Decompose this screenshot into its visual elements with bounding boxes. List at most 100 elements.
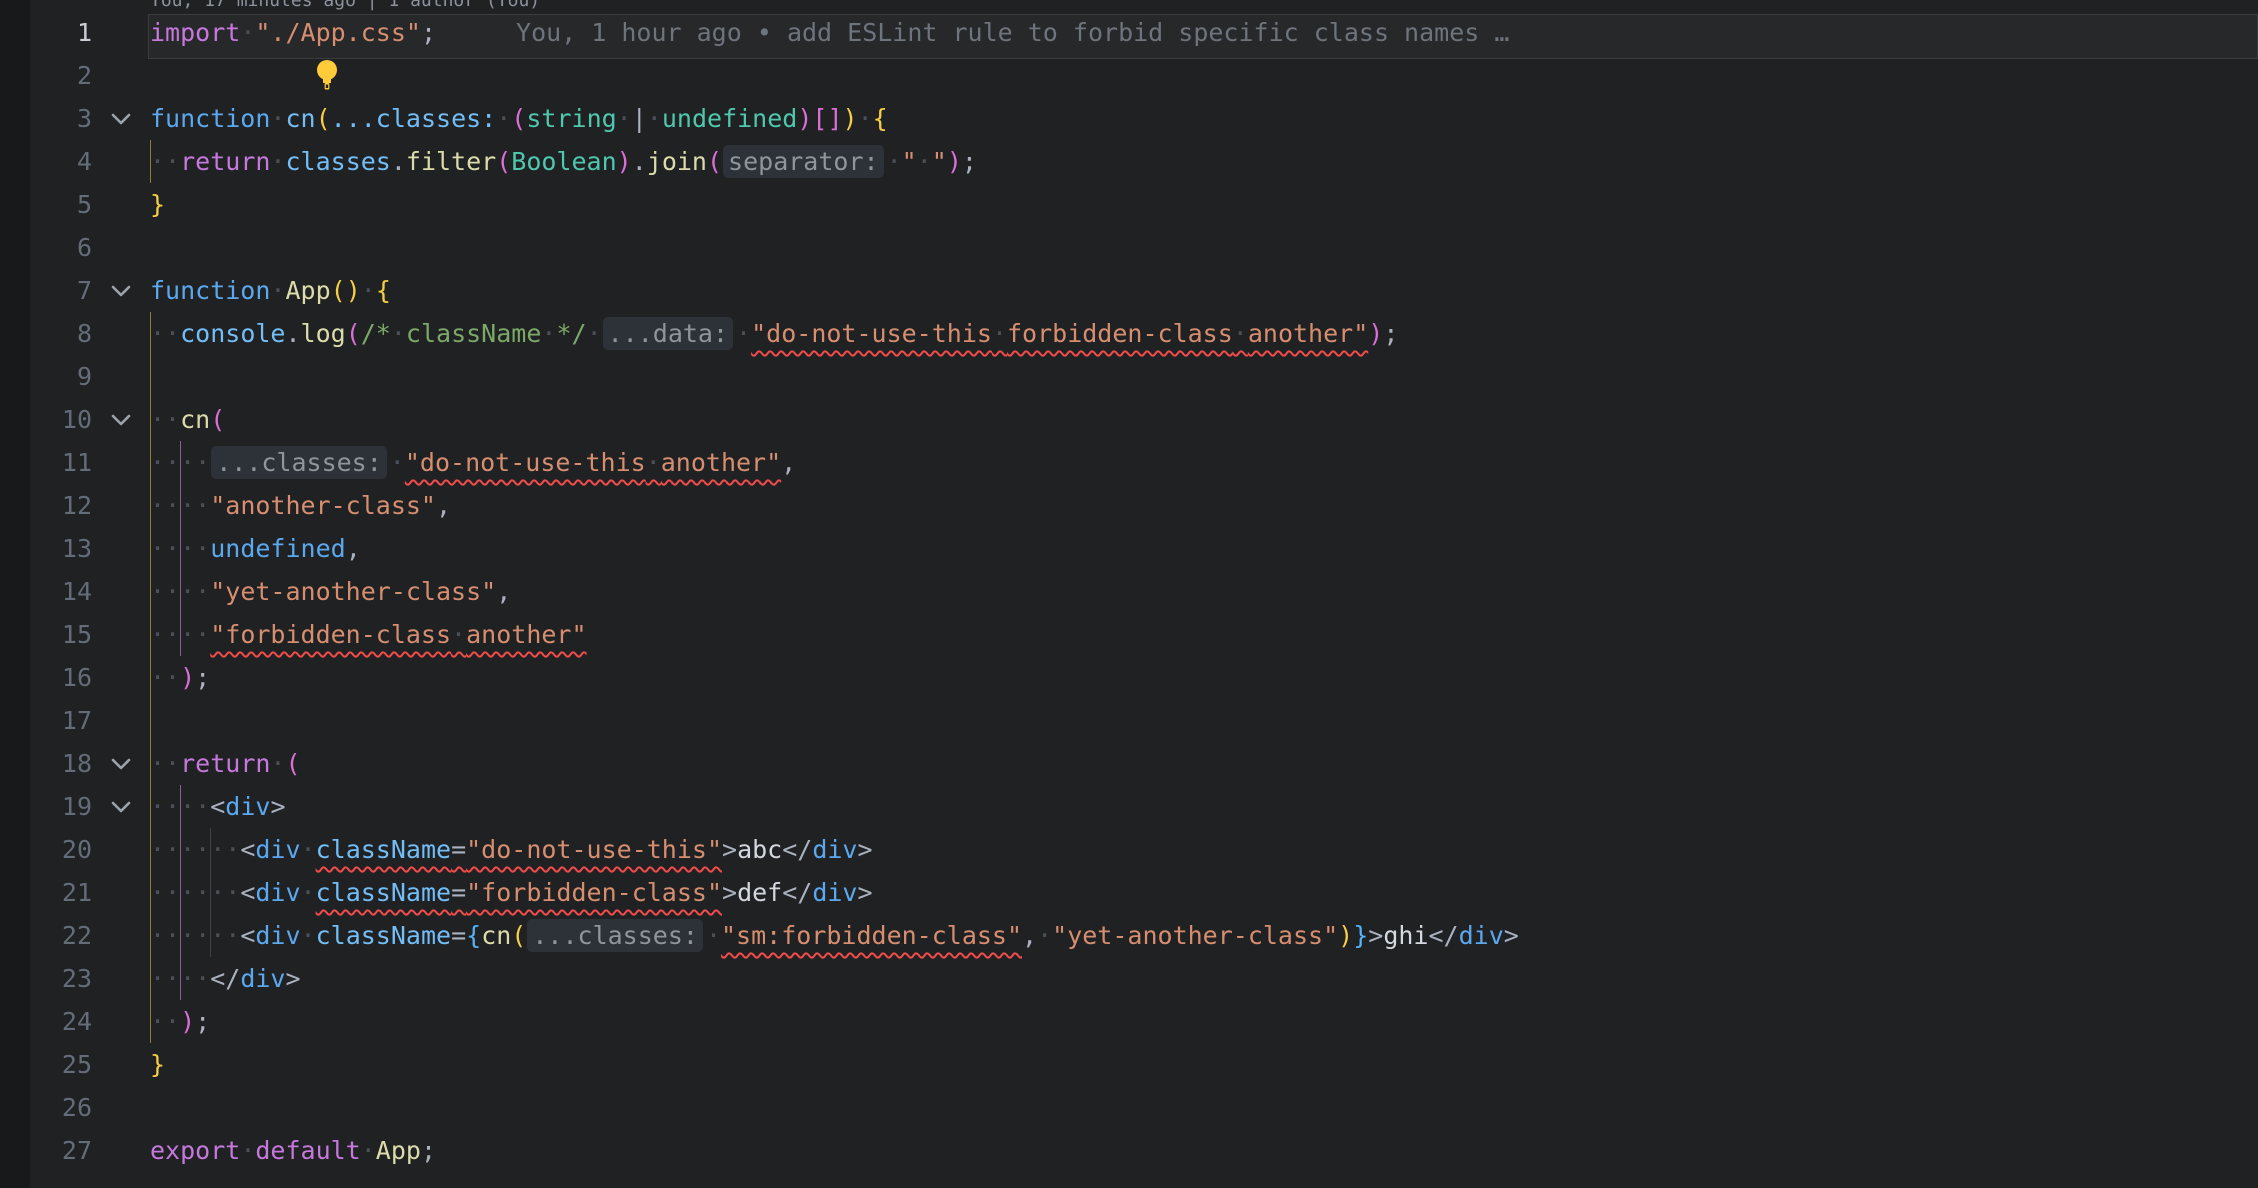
code-line[interactable]: 12····"another-class", [0,484,2258,527]
code-token: > [270,792,285,821]
code-line[interactable]: 10··cn( [0,398,2258,441]
fold-chevron[interactable] [92,269,150,312]
code-token: export [150,1136,240,1165]
eslint-error-token: "forbidden-class" [466,878,722,907]
code-token: classes [285,147,390,176]
eslint-error-token: forbidden-class [1007,319,1233,348]
code-token: ; [195,663,210,692]
code-token: ( [496,147,511,176]
code-line[interactable]: 9 [0,355,2258,398]
code-token: · [270,147,285,176]
code-token: ·· [150,1007,180,1036]
code-line[interactable]: 20······<div·className="do-not-use-this"… [0,828,2258,871]
code-line[interactable]: 14····"yet-another-class", [0,570,2258,613]
code-line[interactable]: 21······<div·className="forbidden-class"… [0,871,2258,914]
code-token: · [917,147,932,176]
code-token: { [873,104,888,133]
code-line-content: ····</div> [150,957,2258,1000]
code-token: undefined [210,534,345,563]
code-token: ···· [150,448,210,477]
code-line-content: export·default·App; [150,1129,2258,1172]
code-token: ) [1368,319,1383,348]
code-line[interactable]: 13····undefined, [0,527,2258,570]
code-token: ) [843,104,858,133]
code-token: . [285,319,300,348]
indent-guide [150,355,151,398]
code-token: ( [346,319,361,348]
lightbulb-icon[interactable] [314,59,340,105]
code-line[interactable]: 19····<div> [0,785,2258,828]
code-token: App [376,1136,421,1165]
code-line[interactable]: 11····...classes:·"do-not-use-this·anoth… [0,441,2258,484]
code-line-content: ··return·( [150,742,2258,785]
code-line[interactable]: 25} [0,1043,2258,1086]
code-line[interactable]: 4··return·classes.filter(Boolean).join(s… [0,140,2258,183]
fold-chevron[interactable] [92,97,150,140]
code-line[interactable]: 26 [0,1086,2258,1129]
code-line-content: ······<div·className="forbidden-class">d… [150,871,2258,914]
code-line[interactable]: 15····"forbidden-class·another" [0,613,2258,656]
code-line[interactable]: 22······<div·className={cn(...classes:·"… [0,914,2258,957]
code-line[interactable]: 18··return·( [0,742,2258,785]
fold-chevron[interactable] [92,742,150,785]
code-token: ·· [150,405,180,434]
code-token: " [932,147,947,176]
code-token: } [150,190,165,219]
code-line-content: ··); [150,1000,2258,1043]
code-token: · [736,319,751,348]
code-line[interactable]: 17 [0,699,2258,742]
code-line[interactable]: 2 [0,54,2258,97]
eslint-error-token: "do-not-use-this [405,448,646,477]
fold-gutter-space [92,11,150,54]
code-line[interactable]: 16··); [0,656,2258,699]
chevron-down-icon [109,408,133,432]
eslint-error-token: · [992,319,1007,348]
code-token: · [1037,921,1052,950]
code-line-content: ····"another-class", [150,484,2258,527]
code-line-content: ····<div> [150,785,2258,828]
code-token: > [1368,921,1383,950]
code-line[interactable]: 7function·App()·{ [0,269,2258,312]
code-token: ·· [150,319,180,348]
code-token: , [436,491,451,520]
code-token: ······ [150,835,240,864]
code-token: </ [782,878,812,907]
code-token: string [526,104,616,133]
fold-chevron[interactable] [92,785,150,828]
code-token: cn [481,921,511,950]
code-token: | [632,104,647,133]
code-token: · [390,448,405,477]
codelens-blame[interactable]: You, 17 minutes ago | 1 author (You) [150,0,540,22]
code-token: */ [556,319,586,348]
code-line[interactable]: 27export·default·App; [0,1129,2258,1172]
code-line[interactable]: 6 [0,226,2258,269]
code-token: ghi [1383,921,1428,950]
code-token: log [301,319,346,348]
code-lines: 1import·"./App.css";You, 1 hour ago • ad… [0,11,2258,1172]
editor-left-edge [0,0,30,1188]
chevron-down-icon [109,107,133,131]
inlay-hint: separator: [723,145,884,178]
code-line[interactable]: 8··console.log(/*·className·*/·...data:·… [0,312,2258,355]
code-token: < [240,921,255,950]
code-token: "yet-another-class" [1052,921,1338,950]
code-token: < [210,792,225,821]
code-token: ; [195,1007,210,1036]
code-line[interactable]: 24··); [0,1000,2258,1043]
code-line-content: function·cn(...classes:·(string·|·undefi… [150,97,2258,140]
code-editor: You, 17 minutes ago | 1 author (You) 1im… [0,0,2258,1188]
code-token: function [150,104,270,133]
code-token: ( [210,405,225,434]
eslint-error-token: className [316,835,451,864]
code-token: ······ [150,921,240,950]
code-token: return [180,147,270,176]
fold-gutter-space [92,828,150,871]
code-line[interactable]: 5} [0,183,2258,226]
code-line[interactable]: 23····</div> [0,957,2258,1000]
code-token: abc [737,835,782,864]
code-token: ( [285,749,300,778]
fold-chevron[interactable] [92,398,150,441]
code-line-content: ··return·classes.filter(Boolean).join(se… [150,140,2258,183]
code-token: ·· [150,749,180,778]
code-token: ( [707,147,722,176]
